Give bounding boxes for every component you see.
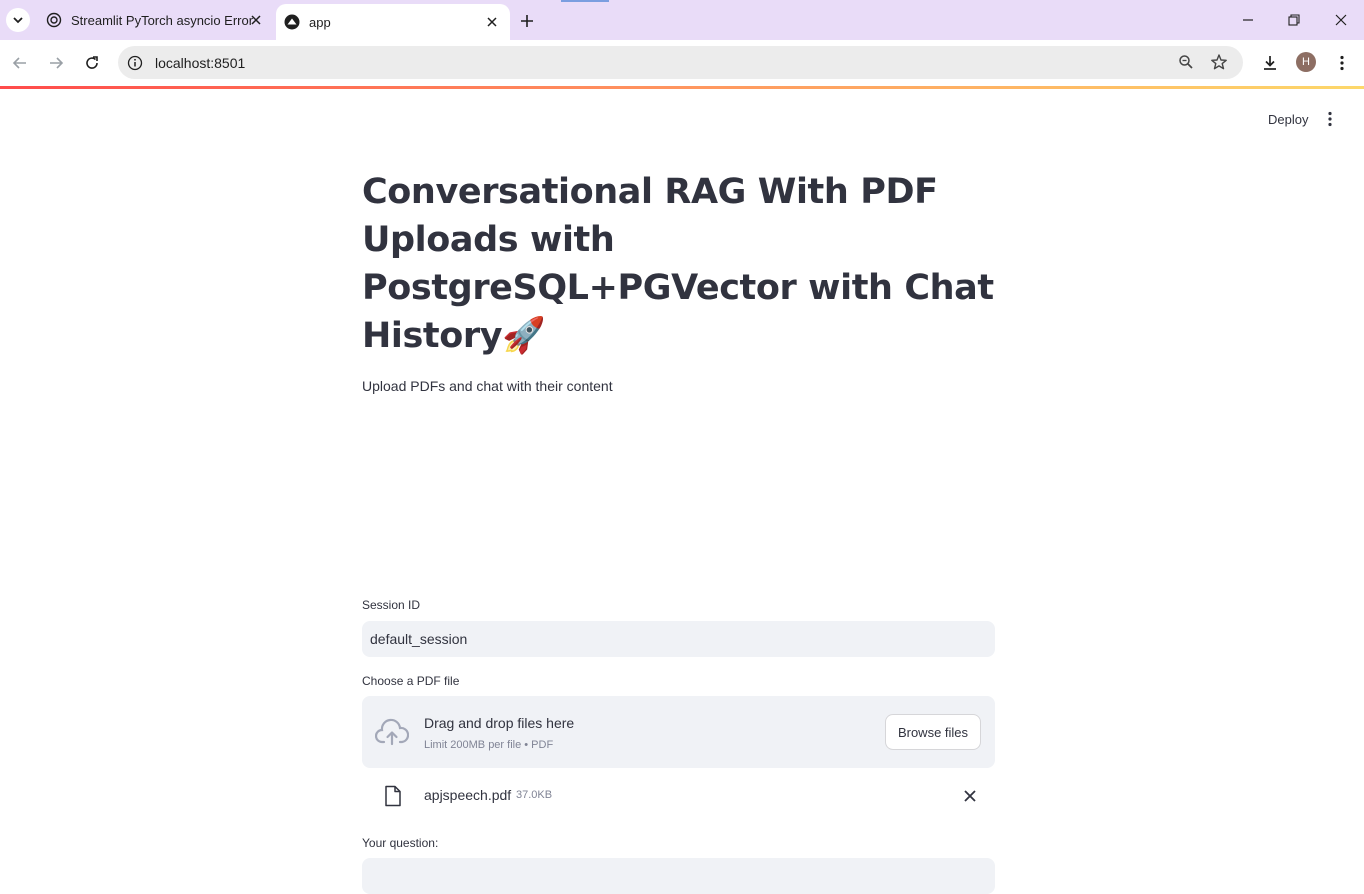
- back-button[interactable]: [9, 52, 31, 74]
- close-tab-icon[interactable]: [484, 14, 500, 30]
- tab-strip-accent: [561, 0, 609, 2]
- forward-button[interactable]: [45, 52, 67, 74]
- url-text: localhost:8501: [155, 55, 246, 71]
- bookmark-star-icon[interactable]: [1210, 53, 1228, 71]
- reload-button[interactable]: [81, 52, 103, 74]
- more-vert-icon: [1340, 55, 1344, 71]
- tab-title: Streamlit PyTorch asyncio Error: [71, 12, 254, 28]
- restore-icon: [1288, 14, 1300, 26]
- downloads-button[interactable]: [1259, 52, 1281, 74]
- arrow-right-icon: [50, 57, 64, 69]
- close-tab-icon[interactable]: [248, 12, 264, 28]
- close-icon: [1335, 14, 1347, 26]
- tab-app[interactable]: app: [276, 4, 510, 40]
- more-vert-icon: [1328, 111, 1332, 127]
- plus-icon: [521, 15, 533, 27]
- rocket-emoji: 🚀: [502, 316, 546, 356]
- app-main-menu-button[interactable]: [1320, 109, 1340, 129]
- streamlit-icon: [284, 14, 300, 30]
- dropzone-instructions: Drag and drop files here: [424, 715, 575, 731]
- browser-menu-button[interactable]: [1331, 52, 1353, 74]
- minimize-icon: [1243, 19, 1253, 21]
- address-bar[interactable]: localhost:8501: [118, 46, 1243, 79]
- minimize-button[interactable]: [1238, 10, 1258, 30]
- uploaded-file-name: apjspeech.pdf: [424, 787, 512, 803]
- profile-avatar[interactable]: H: [1296, 52, 1316, 72]
- close-icon: [964, 790, 976, 802]
- browse-files-button[interactable]: Browse files: [885, 714, 981, 750]
- question-label: Your question:: [362, 836, 439, 850]
- page-title: Conversational RAG With PDF Uploads with…: [362, 168, 995, 360]
- app-header-decoration: [0, 86, 1364, 89]
- new-tab-button[interactable]: [516, 10, 538, 32]
- session-id-input[interactable]: default_session: [362, 621, 995, 657]
- site-info-icon[interactable]: [126, 54, 144, 72]
- uploaded-file-row: apjspeech.pdf 37.0KB: [362, 780, 995, 810]
- reload-icon: [86, 56, 98, 69]
- chevron-down-icon: [13, 17, 23, 24]
- dropzone-limit: Limit 200MB per file • PDF: [424, 739, 554, 751]
- tab-title: app: [309, 14, 331, 30]
- pdf-uploader-label: Choose a PDF file: [362, 674, 460, 688]
- tab-streamlit-pytorch[interactable]: Streamlit PyTorch asyncio Error: [38, 0, 274, 40]
- main-content: Conversational RAG With PDF Uploads with…: [362, 160, 995, 894]
- question-input[interactable]: [362, 858, 995, 894]
- page-subtitle: Upload PDFs and chat with their content: [362, 378, 613, 394]
- browser-toolbar: localhost:8501 H: [0, 40, 1364, 86]
- profile-initial: H: [1302, 56, 1310, 68]
- browser-tab-strip: Streamlit PyTorch asyncio Error app: [0, 0, 1364, 40]
- download-icon: [1264, 56, 1276, 70]
- tab-search-button[interactable]: [6, 8, 30, 32]
- deploy-button[interactable]: Deploy: [1258, 108, 1318, 130]
- arrow-left-icon: [12, 57, 26, 69]
- session-id-label: Session ID: [362, 598, 421, 612]
- file-icon: [385, 785, 401, 807]
- restore-button[interactable]: [1284, 10, 1304, 30]
- remove-file-button[interactable]: [962, 788, 978, 804]
- uploaded-file-size: 37.0KB: [516, 789, 553, 801]
- file-dropzone[interactable]: Drag and drop files here Limit 200MB per…: [362, 696, 995, 768]
- page-title-text: Conversational RAG With PDF Uploads with…: [362, 172, 994, 356]
- zoom-icon[interactable]: [1178, 54, 1196, 72]
- openai-icon: [46, 12, 62, 28]
- close-window-button[interactable]: [1331, 10, 1351, 30]
